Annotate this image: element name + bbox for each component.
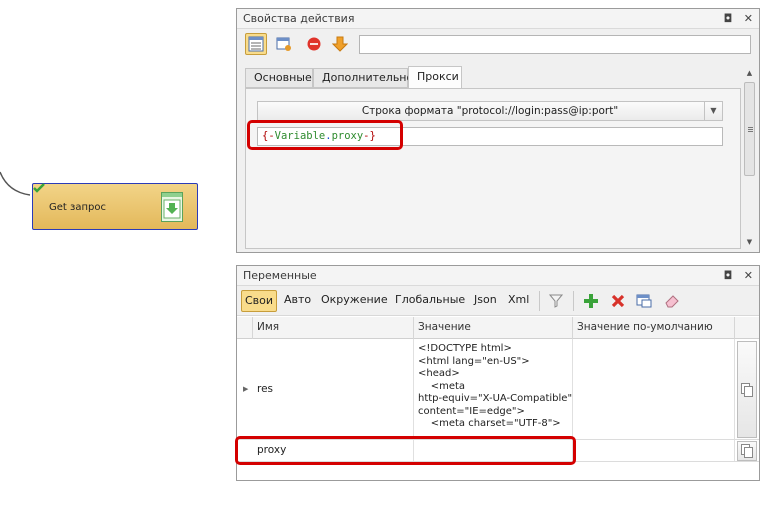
panel-title-bar: Свойства действия ◘ ✕ (237, 9, 759, 29)
tab-own[interactable]: Свои (241, 290, 278, 312)
tab-auto[interactable]: Авто (281, 290, 314, 312)
close-icon[interactable]: ✕ (744, 12, 753, 25)
panel-title: Переменные (243, 269, 317, 282)
chevron-down-icon[interactable]: ▼ (704, 102, 722, 120)
tab-advanced[interactable]: Дополнительно (313, 68, 413, 88)
properties-scrollbar[interactable]: ▲ ▼ (742, 66, 757, 249)
delete-icon (611, 294, 625, 308)
clear-variables-button[interactable] (663, 292, 681, 310)
tab-xml[interactable]: Xml (505, 290, 532, 312)
panel-title-bar: Переменные ◘ ✕ (237, 266, 759, 286)
toolbar-divider (539, 291, 540, 311)
window-edit-icon (636, 294, 652, 308)
tab-proxy[interactable]: Прокси (408, 66, 462, 88)
delete-variable-button[interactable] (609, 292, 627, 310)
variable-name: res (257, 383, 274, 395)
properties-list-icon (248, 36, 264, 52)
action-name-input[interactable] (359, 35, 751, 54)
add-variable-button[interactable] (582, 292, 600, 310)
download-icon (161, 192, 183, 222)
close-icon[interactable]: ✕ (744, 269, 753, 282)
variable-default-value[interactable] (573, 339, 735, 439)
column-header-name[interactable]: Имя (253, 317, 414, 339)
plus-icon (584, 294, 598, 308)
properties-view-button[interactable] (245, 33, 267, 55)
tab-global[interactable]: Глобальные (392, 290, 468, 312)
copy-button[interactable] (737, 441, 757, 461)
table-row[interactable]: ▶ res <!DOCTYPE html> <html lang="en-US"… (237, 339, 759, 440)
tab-main[interactable]: Основные (245, 68, 313, 88)
stop-button[interactable] (303, 33, 325, 55)
variables-toolbar: Свои Авто Окружение Глобальные Json Xml (237, 286, 759, 316)
pin-icon[interactable]: ◘ (724, 12, 733, 25)
flow-node-get-request[interactable]: Get запрос (32, 183, 198, 230)
copy-icon (741, 382, 753, 397)
panel-title: Свойства действия (243, 12, 355, 25)
scroll-up-icon[interactable]: ▲ (742, 66, 757, 80)
edit-variable-button[interactable] (635, 292, 653, 310)
column-header-default[interactable]: Значение по-умолчанию (573, 317, 735, 339)
eraser-icon (665, 295, 679, 308)
flow-node-label: Get запрос (49, 202, 106, 213)
tab-environment[interactable]: Окружение (318, 290, 391, 312)
highlight-proxy-input (247, 120, 403, 150)
column-header-value[interactable]: Значение (414, 317, 573, 339)
properties-toolbar (237, 29, 759, 57)
filter-icon (549, 294, 563, 308)
row-indicator-icon: ▶ (243, 385, 249, 393)
toolbar-divider (573, 291, 574, 311)
variable-value[interactable]: <!DOCTYPE html> <html lang="en-US"> <hea… (414, 339, 573, 439)
move-down-button[interactable] (329, 33, 351, 55)
highlight-proxy-row (235, 436, 576, 465)
variable-default-value[interactable] (573, 440, 735, 461)
window-settings-icon (276, 37, 291, 51)
format-dropdown-label: Строка формата "protocol://login:pass@ip… (361, 105, 619, 117)
tab-json[interactable]: Json (471, 290, 500, 312)
format-dropdown[interactable]: Строка формата "protocol://login:pass@ip… (257, 101, 723, 121)
stop-icon (307, 37, 321, 51)
scroll-down-icon[interactable]: ▼ (742, 235, 757, 249)
settings-button[interactable] (273, 33, 295, 55)
copy-icon (741, 444, 753, 458)
copy-button[interactable] (737, 341, 757, 438)
proxy-tab-content: Строка формата "protocol://login:pass@ip… (245, 88, 741, 249)
arrow-down-icon (332, 36, 348, 52)
pin-icon[interactable]: ◘ (724, 269, 733, 282)
scroll-thumb[interactable] (744, 82, 755, 176)
variables-grid-header: Имя Значение Значение по-умолчанию (237, 317, 759, 339)
filter-button[interactable] (547, 292, 565, 310)
check-icon (33, 183, 45, 193)
